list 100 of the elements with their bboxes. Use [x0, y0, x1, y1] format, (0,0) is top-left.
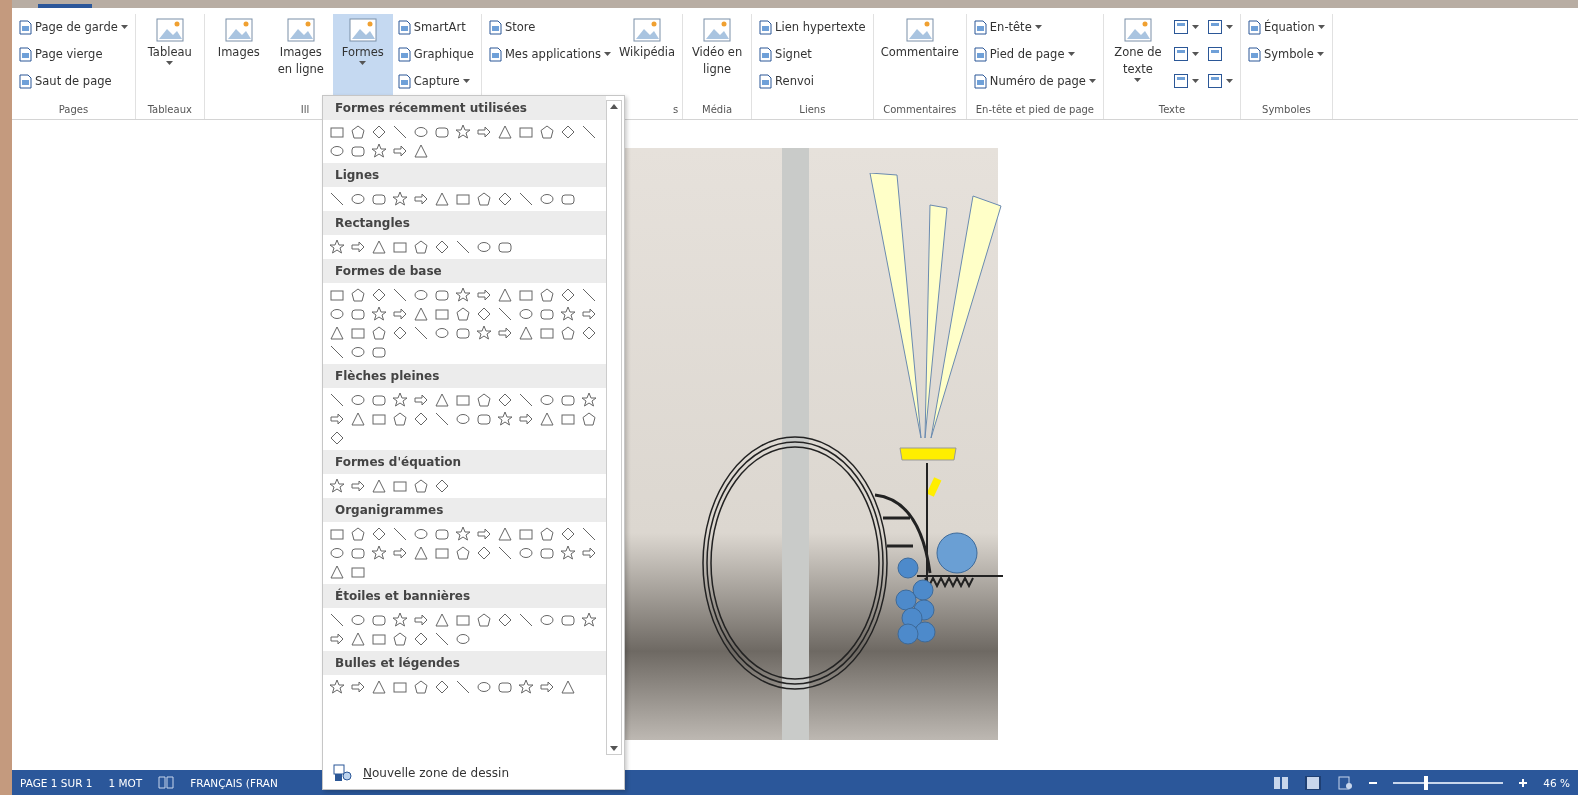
shape-option-icon[interactable] — [434, 679, 450, 695]
shape-option-icon[interactable] — [350, 306, 366, 322]
ribbon-button[interactable]: Images en ligne — [270, 14, 331, 98]
ribbon-button[interactable]: Renvoi — [756, 68, 869, 94]
shape-option-icon[interactable] — [497, 191, 513, 207]
shape-option-icon[interactable] — [518, 191, 534, 207]
shape-option-icon[interactable] — [476, 545, 492, 561]
shape-option-icon[interactable] — [581, 287, 597, 303]
ribbon-button[interactable]: Symbole — [1244, 41, 1328, 67]
shape-option-icon[interactable] — [350, 411, 366, 427]
shape-option-icon[interactable] — [539, 679, 555, 695]
shape-option-icon[interactable] — [350, 239, 366, 255]
shape-option-icon[interactable] — [371, 392, 387, 408]
shape-option-icon[interactable] — [329, 564, 345, 580]
shape-option-icon[interactable] — [539, 392, 555, 408]
shape-option-icon[interactable] — [497, 526, 513, 542]
shape-option-icon[interactable] — [350, 478, 366, 494]
shape-option-icon[interactable] — [329, 430, 345, 446]
shape-option-icon[interactable] — [560, 287, 576, 303]
shape-option-icon[interactable] — [329, 612, 345, 628]
zoom-slider[interactable] — [1393, 775, 1504, 790]
language-status[interactable]: FRANÇAIS (FRAN — [190, 776, 278, 789]
shape-option-icon[interactable] — [497, 612, 513, 628]
shape-option-icon[interactable] — [497, 545, 513, 561]
shape-option-icon[interactable] — [539, 545, 555, 561]
shape-option-icon[interactable] — [497, 306, 513, 322]
shape-option-icon[interactable] — [476, 411, 492, 427]
shape-option-icon[interactable] — [392, 325, 408, 341]
ribbon-button[interactable]: Zone de texte — [1107, 14, 1168, 98]
shape-option-icon[interactable] — [455, 239, 471, 255]
shape-option-icon[interactable] — [476, 191, 492, 207]
shape-option-icon[interactable] — [581, 306, 597, 322]
shape-option-icon[interactable] — [413, 143, 429, 159]
shape-option-icon[interactable] — [497, 287, 513, 303]
shape-option-icon[interactable] — [455, 545, 471, 561]
ribbon-button[interactable]: Capture — [394, 68, 477, 94]
shape-option-icon[interactable] — [581, 545, 597, 561]
shape-option-icon[interactable] — [497, 392, 513, 408]
shape-option-icon[interactable] — [476, 306, 492, 322]
shape-option-icon[interactable] — [497, 124, 513, 140]
ribbon-button[interactable]: Store — [485, 14, 614, 40]
shape-option-icon[interactable] — [518, 392, 534, 408]
ribbon-button[interactable]: Pied de page — [970, 41, 1099, 67]
shape-option-icon[interactable] — [392, 191, 408, 207]
shape-option-icon[interactable] — [413, 612, 429, 628]
shape-option-icon[interactable] — [434, 631, 450, 647]
shape-option-icon[interactable] — [434, 478, 450, 494]
shape-option-icon[interactable] — [539, 612, 555, 628]
shape-option-icon[interactable] — [329, 344, 345, 360]
shape-option-icon[interactable] — [560, 612, 576, 628]
ribbon-button[interactable]: Images — [208, 14, 269, 98]
shape-option-icon[interactable] — [371, 545, 387, 561]
shape-option-icon[interactable] — [371, 679, 387, 695]
new-canvas-menu-item[interactable]: Nouvelle zone de dessin — [329, 761, 513, 785]
shape-option-icon[interactable] — [497, 239, 513, 255]
ribbon-button[interactable]: Wikipédia — [616, 14, 679, 98]
shape-option-icon[interactable] — [392, 306, 408, 322]
shape-option-icon[interactable] — [455, 287, 471, 303]
shape-option-icon[interactable] — [329, 325, 345, 341]
shape-option-icon[interactable] — [413, 325, 429, 341]
shape-option-icon[interactable] — [581, 325, 597, 341]
zoom-percent[interactable]: 46 % — [1543, 776, 1570, 789]
shape-option-icon[interactable] — [476, 325, 492, 341]
ribbon-button[interactable]: Tableau — [139, 14, 200, 98]
shape-option-icon[interactable] — [539, 124, 555, 140]
read-mode-icon[interactable] — [1273, 775, 1290, 790]
ribbon-button[interactable]: En-tête — [970, 14, 1099, 40]
shape-option-icon[interactable] — [434, 526, 450, 542]
shape-option-icon[interactable] — [413, 411, 429, 427]
shape-option-icon[interactable] — [476, 287, 492, 303]
zoom-in-icon[interactable] — [1519, 778, 1528, 787]
shape-option-icon[interactable] — [350, 143, 366, 159]
shape-option-icon[interactable] — [392, 124, 408, 140]
web-layout-icon[interactable] — [1337, 775, 1354, 790]
shape-option-icon[interactable] — [560, 325, 576, 341]
shape-option-icon[interactable] — [350, 612, 366, 628]
shape-option-icon[interactable] — [371, 124, 387, 140]
shape-option-icon[interactable] — [581, 124, 597, 140]
shape-option-icon[interactable] — [329, 545, 345, 561]
shape-option-icon[interactable] — [560, 392, 576, 408]
shape-option-icon[interactable] — [350, 344, 366, 360]
shape-option-icon[interactable] — [518, 411, 534, 427]
shape-option-icon[interactable] — [371, 143, 387, 159]
shape-option-icon[interactable] — [329, 478, 345, 494]
ribbon-button[interactable]: Équation — [1244, 14, 1328, 40]
scrollbar[interactable] — [606, 100, 622, 755]
shape-option-icon[interactable] — [413, 478, 429, 494]
shape-option-icon[interactable] — [560, 679, 576, 695]
shape-option-icon[interactable] — [392, 526, 408, 542]
shape-option-icon[interactable] — [392, 631, 408, 647]
zoom-slider-thumb[interactable] — [1424, 775, 1429, 790]
ribbon-button[interactable]: Mes applications — [485, 41, 614, 67]
print-layout-icon[interactable] — [1305, 775, 1322, 790]
shape-option-icon[interactable] — [371, 478, 387, 494]
shape-option-icon[interactable] — [497, 325, 513, 341]
shape-option-icon[interactable] — [329, 306, 345, 322]
shape-option-icon[interactable] — [329, 411, 345, 427]
shape-option-icon[interactable] — [581, 526, 597, 542]
shape-option-icon[interactable] — [518, 325, 534, 341]
ribbon-button[interactable]: Vidéo en ligne — [687, 14, 748, 98]
